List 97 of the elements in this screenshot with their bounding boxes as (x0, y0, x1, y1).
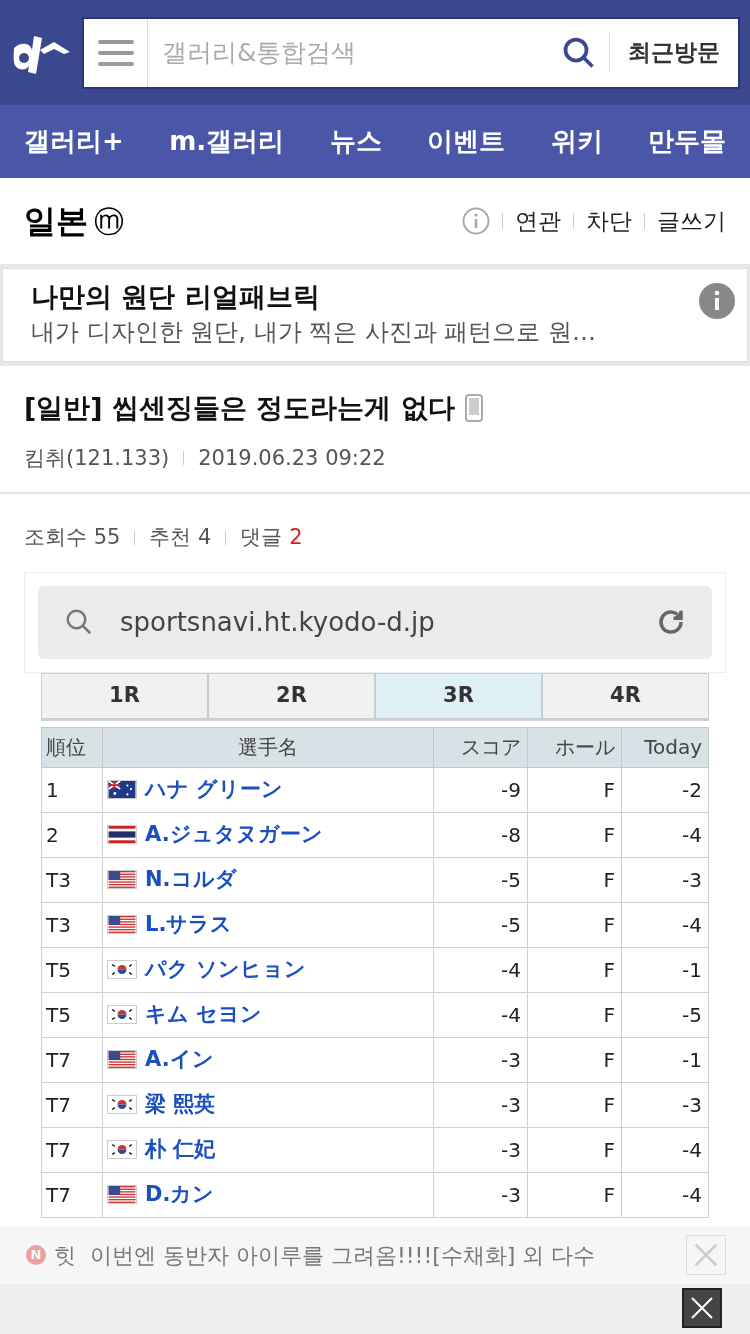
usa-flag-icon (107, 915, 137, 934)
table-cell: T5 (41, 992, 103, 1037)
table-cell: F (527, 767, 622, 812)
table-cell: T3 (41, 857, 103, 902)
search-icon (64, 607, 94, 637)
new-badge: N (26, 1245, 46, 1265)
korea-flag-icon (107, 1095, 137, 1114)
notice-text: 힛 이번엔 동반자 아이루를 그려옴!!!![수채화] 외 다수 (54, 1241, 597, 1270)
nav-link[interactable]: 만두몰 (647, 122, 726, 161)
post-date: 2019.06.23 09:22 (198, 444, 386, 472)
table-cell: F (527, 1082, 622, 1127)
table-cell: -3 (433, 1172, 528, 1217)
table-cell: -4 (621, 1172, 709, 1217)
table-cell: 1 (41, 767, 103, 812)
table-cell: T7 (41, 1172, 103, 1217)
table-cell: -4 (433, 947, 528, 992)
table-cell: F (527, 1127, 622, 1172)
table-cell: -2 (621, 767, 709, 812)
table-cell: 2 (41, 812, 103, 857)
round-tab[interactable]: 3R (375, 672, 542, 719)
table-cell: T3 (41, 902, 103, 947)
nav-link[interactable]: 뉴스 (329, 122, 382, 161)
table-cell: -3 (433, 1082, 528, 1127)
mobile-phone-icon (464, 394, 483, 423)
post-author: 킴취(121.133) (24, 444, 170, 472)
round-tab[interactable]: 4R (542, 672, 709, 719)
table-cell: -4 (621, 902, 709, 947)
table-cell: -5 (621, 992, 709, 1037)
ad-text: 내가 디자인한 원단, 내가 찍은 사진과 패턴으로 원… (31, 317, 598, 348)
table-cell: -4 (621, 812, 709, 857)
recent-visits-button[interactable]: 최근방문 (610, 35, 738, 70)
info-icon[interactable] (699, 283, 735, 319)
ad-banner[interactable]: 나만의 원단 리얼패브릭 내가 디자인한 원단, 내가 찍은 사진과 패턴으로 원… (2, 268, 748, 362)
ad-title: 나만의 원단 리얼패브릭 (31, 280, 321, 314)
player-link[interactable]: D.カン (145, 1178, 215, 1211)
table-cell: T7 (41, 1127, 103, 1172)
close-icon[interactable] (682, 1288, 722, 1328)
post-stat: 댓글 2 (240, 524, 303, 551)
post-title: [일반] 씹센징들은 정도라는게 없다 (24, 391, 455, 425)
url-text: sportsnavi.ht.kyodo-d.jp (120, 605, 436, 639)
nav-link[interactable]: 갤러리+ (24, 122, 124, 161)
table-cell: F (527, 812, 622, 857)
round-tab[interactable]: 1R (41, 672, 208, 719)
board-action-link[interactable]: 연관 (515, 203, 561, 239)
usa-flag-icon (107, 1185, 137, 1204)
table-cell: -8 (433, 812, 528, 857)
nav-link[interactable]: 위키 (550, 122, 603, 161)
column-header: Today (621, 727, 709, 767)
notice-bar[interactable]: N 힛 이번엔 동반자 아이루를 그려옴!!!![수채화] 외 다수 (0, 1226, 750, 1284)
post-stat: 추천 4 (149, 524, 212, 551)
table-cell: -5 (433, 902, 528, 947)
round-tab[interactable]: 2R (208, 672, 375, 719)
table-cell: -3 (621, 857, 709, 902)
usa-flag-icon (107, 1050, 137, 1069)
table-cell: -9 (433, 767, 528, 812)
player-link[interactable]: 梁 熙英 (145, 1088, 216, 1121)
korea-flag-icon (107, 1140, 137, 1159)
column-header: 順位 (41, 727, 103, 767)
table-cell: -1 (621, 947, 709, 992)
table-cell: T7 (41, 1082, 103, 1127)
search-field[interactable]: 갤러리&통합검색 (148, 18, 549, 87)
search-bar[interactable]: 갤러리&통합검색 최근방문 (82, 16, 740, 89)
table-cell: -1 (621, 1037, 709, 1082)
mobile-mark-label: ⓜ (94, 202, 124, 241)
table-cell: -5 (433, 857, 528, 902)
board-action-link[interactable]: 글쓰기 (657, 203, 726, 239)
nav-link[interactable]: 이벤트 (427, 122, 506, 161)
table-cell: -3 (433, 1127, 528, 1172)
column-header: 選手名 (102, 727, 434, 767)
table-cell: T7 (41, 1037, 103, 1082)
player-link[interactable]: L.サラス (145, 908, 233, 941)
table-cell: F (527, 1172, 622, 1217)
info-icon[interactable] (462, 207, 490, 235)
table-cell: -3 (433, 1037, 528, 1082)
board-action-link[interactable]: 차단 (586, 203, 632, 239)
table-cell: F (527, 1037, 622, 1082)
korea-flag-icon (107, 960, 137, 979)
table-cell: F (527, 902, 622, 947)
table-cell: -4 (621, 1127, 709, 1172)
column-header: スコア (433, 727, 528, 767)
usa-flag-icon (107, 870, 137, 889)
player-link[interactable]: A.イン (145, 1043, 214, 1076)
post-stat: 조회수 55 (24, 524, 121, 551)
table-cell: T5 (41, 947, 103, 992)
korea-flag-icon (107, 1005, 137, 1024)
table-cell: F (527, 857, 622, 902)
australia-flag-icon (107, 780, 137, 799)
table-cell: F (527, 947, 622, 992)
table-cell: F (527, 992, 622, 1037)
player-link[interactable]: 朴 仁妃 (145, 1133, 216, 1166)
reload-icon[interactable] (656, 607, 686, 637)
board-title: 일본 (24, 201, 88, 242)
thailand-flag-icon (107, 825, 137, 844)
table-cell: -3 (621, 1082, 709, 1127)
nav-link[interactable]: m.갤러리 (169, 122, 285, 161)
column-header: ホール (527, 727, 622, 767)
table-cell: -4 (433, 992, 528, 1037)
